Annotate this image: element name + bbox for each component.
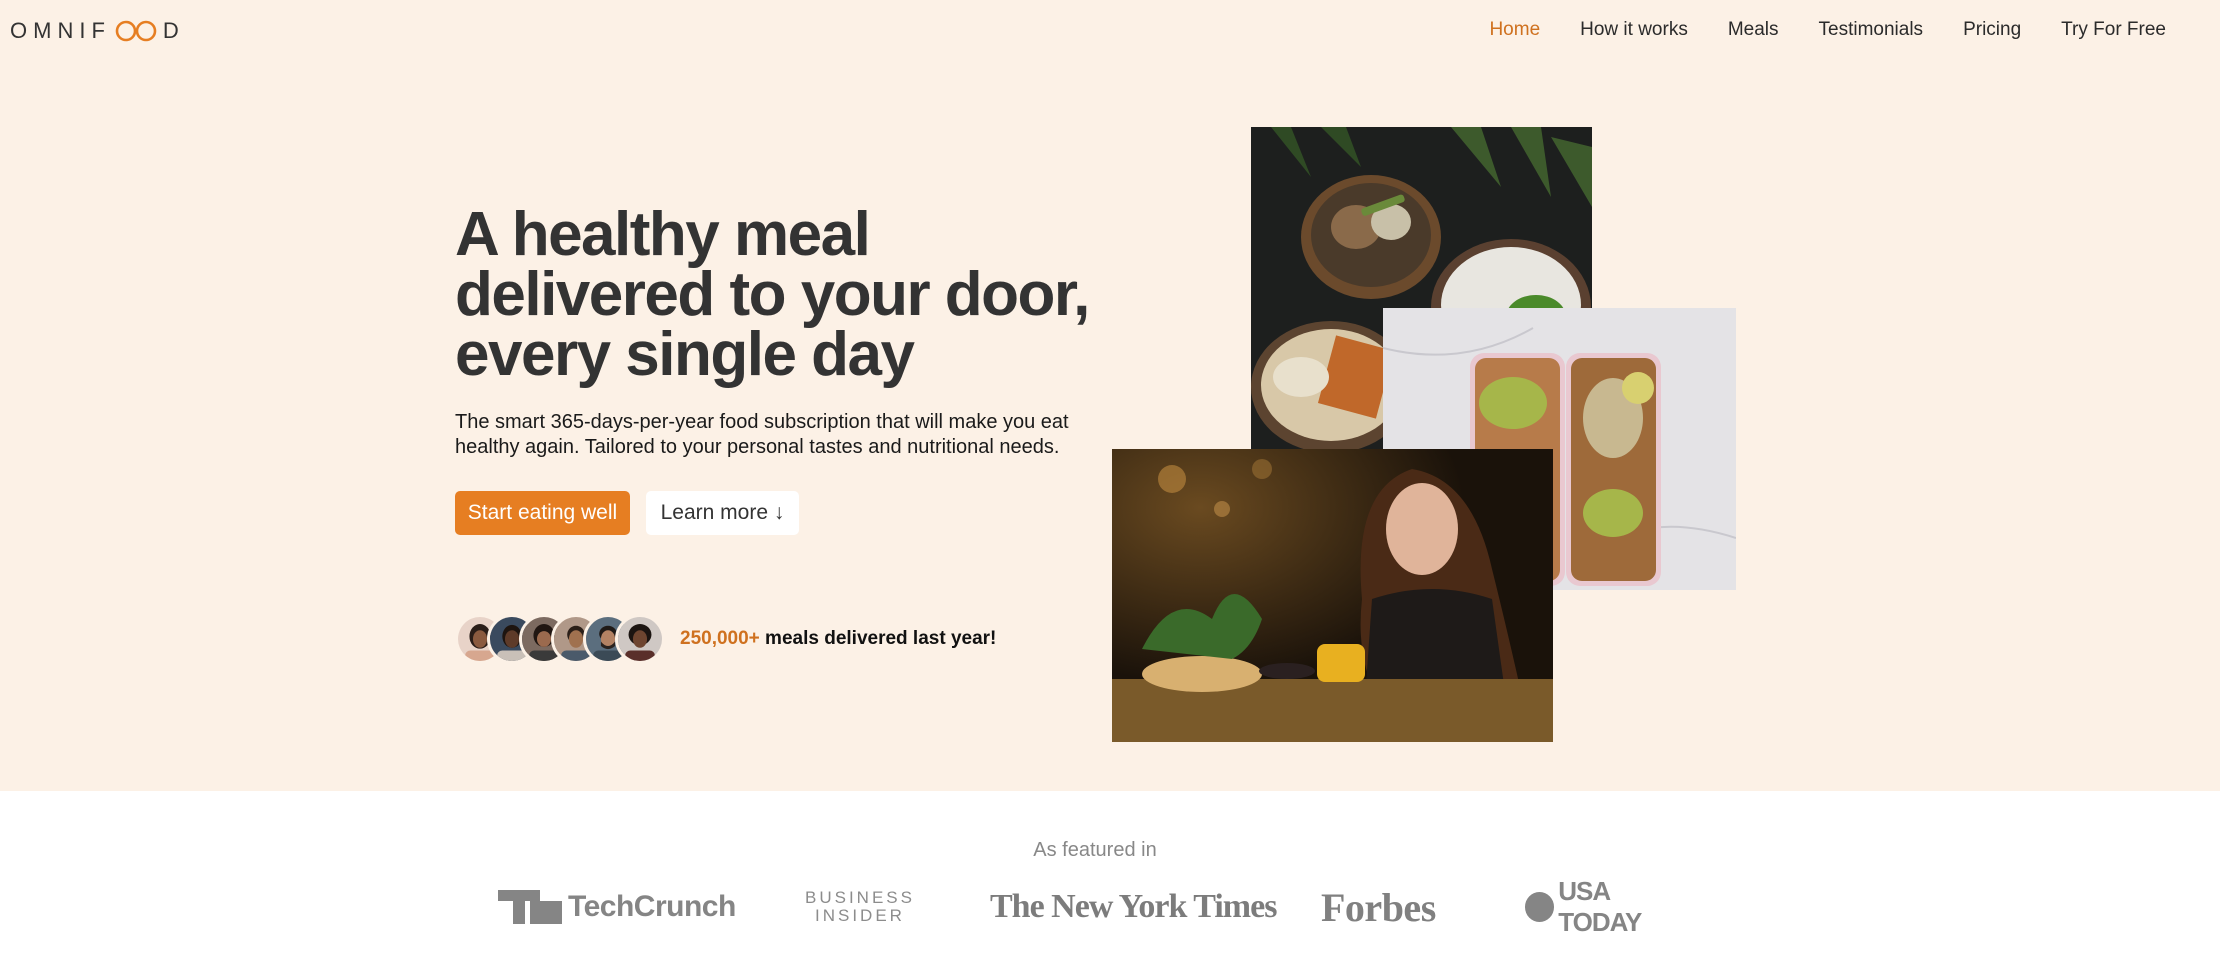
nav-try-for-free[interactable]: Try For Free	[2061, 19, 2166, 41]
usa-today-wordmark: USA TODAY	[1558, 876, 1642, 937]
usa-today-dot-icon	[1525, 892, 1555, 922]
nav-how-it-works[interactable]: How it works	[1580, 19, 1688, 41]
customer-avatar-icon	[615, 614, 665, 664]
nav-meals[interactable]: Meals	[1728, 19, 1779, 41]
techcrunch-mark-icon	[498, 890, 562, 924]
hero-title-line-2: delivered to your door,	[455, 260, 1090, 329]
nyt-logo: The New York Times	[990, 885, 1277, 929]
hero-title-line-3: every single day	[455, 320, 915, 389]
featured-title: As featured in	[1033, 839, 1157, 861]
meals-delivered-label: meals delivered last year!	[759, 628, 997, 649]
hero-description: The smart 365-days-per-year food subscri…	[455, 411, 1069, 458]
meals-delivered-text: 250,000+ meals delivered last year!	[680, 628, 996, 650]
logo-text-suffix: D	[162, 18, 185, 43]
hero-title-line-1: A healthy meal	[455, 200, 871, 269]
business-insider-line-1: BUSINESS	[805, 888, 915, 907]
start-eating-well-button[interactable]: Start eating well	[455, 491, 630, 535]
business-insider-line-2: INSIDER	[815, 906, 905, 925]
techcrunch-logo: TechCrunch	[498, 885, 736, 929]
omnifood-logo[interactable]: OMNIF D	[10, 16, 185, 46]
customer-avatars	[455, 614, 665, 664]
forbes-wordmark: Forbes	[1321, 884, 1436, 930]
learn-more-button[interactable]: Learn more ↓	[646, 491, 799, 535]
usa-today-logo: USA TODAY	[1525, 876, 1695, 937]
logo-text-prefix: OMNIF	[10, 18, 111, 43]
nav-pricing[interactable]: Pricing	[1963, 19, 2021, 41]
nav-testimonials[interactable]: Testimonials	[1819, 19, 1924, 41]
techcrunch-wordmark: TechCrunch	[568, 890, 736, 923]
featured-logos: TechCrunch BUSINESS INSIDER The New York…	[495, 876, 1695, 937]
site-header: OMNIF D Home How it works Meals Testimon…	[0, 0, 2220, 62]
page: OMNIF D Home How it works Meals Testimon…	[0, 0, 2220, 966]
hero-title: A healthy meal delivered to your door, e…	[455, 200, 1095, 389]
hero-section	[0, 0, 2220, 791]
business-insider-logo: BUSINESS INSIDER	[805, 885, 915, 929]
meals-delivered-count: 250,000+	[680, 628, 760, 649]
infinity-loop-icon	[115, 20, 157, 42]
main-nav: Home How it works Meals Testimonials Pri…	[1489, 19, 2166, 41]
hero-image-woman-eating	[1112, 449, 1553, 742]
nyt-wordmark: The New York Times	[990, 888, 1277, 925]
forbes-logo: Forbes	[1321, 884, 1436, 930]
nav-home[interactable]: Home	[1489, 19, 1540, 41]
